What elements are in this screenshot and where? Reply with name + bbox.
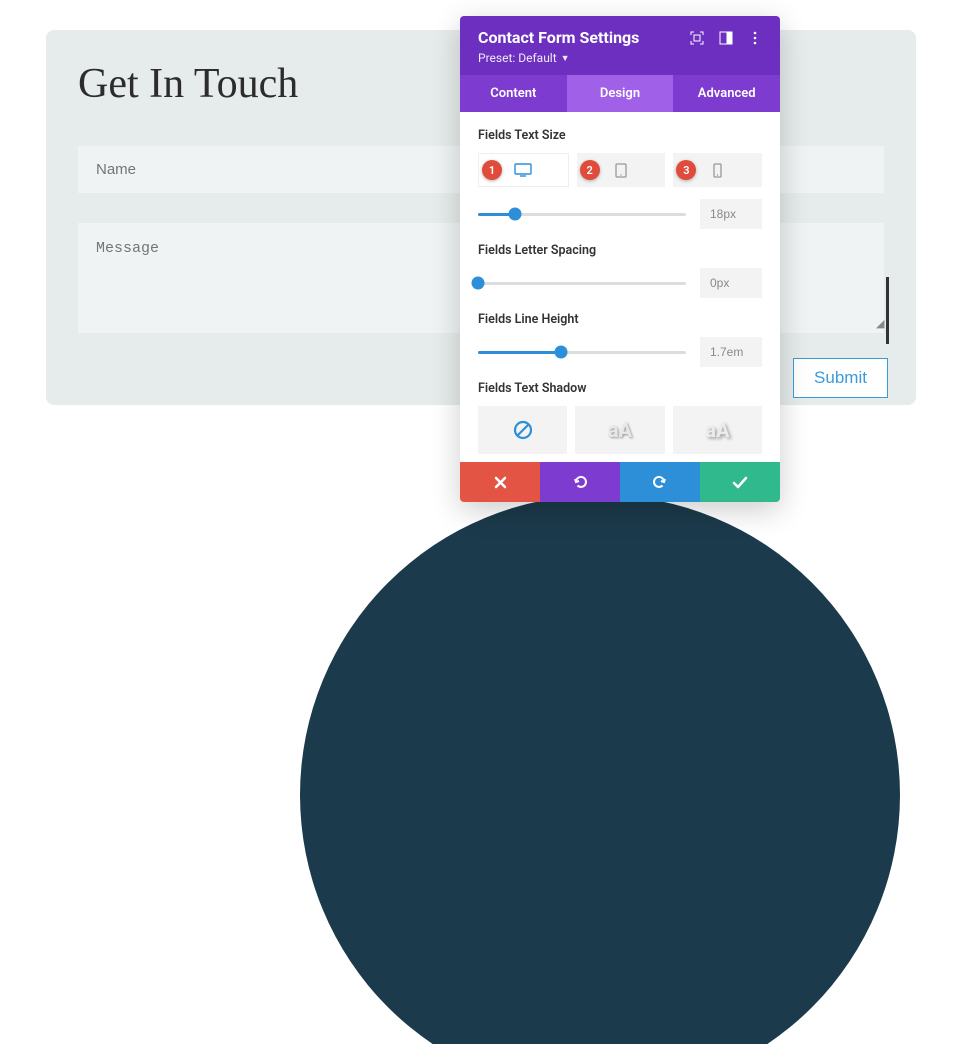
textarea-focus-border xyxy=(886,277,889,344)
close-icon xyxy=(494,476,507,489)
panel-footer xyxy=(460,462,780,502)
redo-button[interactable] xyxy=(620,462,700,502)
text-size-slider[interactable] xyxy=(478,199,762,229)
shadow-style-2[interactable]: aA xyxy=(673,406,762,454)
none-icon xyxy=(512,419,534,441)
panel-tabs: Content Design Advanced xyxy=(460,75,780,112)
text-size-label: Fields Text Size xyxy=(478,128,762,143)
preset-label: Preset: Default xyxy=(478,51,557,65)
panel-header: Contact Form Settings Preset: Default ▼ xyxy=(460,16,780,75)
text-shadow-label: Fields Text Shadow xyxy=(478,381,762,396)
line-height-slider[interactable] xyxy=(478,337,762,367)
chevron-down-icon: ▼ xyxy=(561,53,570,64)
phone-icon xyxy=(713,163,722,178)
panel-body: Fields Text Size 1 2 3 Fields Letter Spa… xyxy=(460,112,780,462)
confirm-button[interactable] xyxy=(700,462,780,502)
preset-selector[interactable]: Preset: Default ▼ xyxy=(478,51,762,65)
text-shadow-options: aA aA xyxy=(478,406,762,454)
check-icon xyxy=(732,476,748,489)
marker-2: 2 xyxy=(580,160,600,180)
undo-button[interactable] xyxy=(540,462,620,502)
tab-design[interactable]: Design xyxy=(567,75,674,112)
letter-spacing-label: Fields Letter Spacing xyxy=(478,243,762,258)
snap-icon[interactable] xyxy=(718,30,733,45)
line-height-label: Fields Line Height xyxy=(478,312,762,327)
redo-icon xyxy=(652,474,668,490)
tab-advanced[interactable]: Advanced xyxy=(673,75,780,112)
panel-title: Contact Form Settings xyxy=(478,28,639,47)
settings-panel: Contact Form Settings Preset: Default ▼ … xyxy=(460,16,780,502)
tablet-icon xyxy=(615,163,627,178)
letter-spacing-value[interactable] xyxy=(700,268,762,298)
line-height-value[interactable] xyxy=(700,337,762,367)
tab-content[interactable]: Content xyxy=(460,75,567,112)
resize-handle-icon[interactable]: ◢ xyxy=(876,317,888,329)
shadow-none[interactable] xyxy=(478,406,567,454)
device-row: 1 2 3 xyxy=(478,153,762,187)
expand-icon[interactable] xyxy=(689,30,704,45)
submit-button[interactable]: Submit xyxy=(793,358,888,398)
cancel-button[interactable] xyxy=(460,462,540,502)
letter-spacing-slider[interactable] xyxy=(478,268,762,298)
desktop-icon xyxy=(514,163,532,177)
decorative-arc xyxy=(300,495,900,1044)
device-tablet[interactable]: 2 xyxy=(577,153,666,187)
device-desktop[interactable]: 1 xyxy=(478,153,569,187)
more-icon[interactable] xyxy=(747,30,762,45)
undo-icon xyxy=(572,474,588,490)
text-size-value[interactable] xyxy=(700,199,762,229)
shadow-style-1[interactable]: aA xyxy=(575,406,664,454)
marker-1: 1 xyxy=(482,160,502,180)
marker-3: 3 xyxy=(676,160,696,180)
device-phone[interactable]: 3 xyxy=(673,153,762,187)
